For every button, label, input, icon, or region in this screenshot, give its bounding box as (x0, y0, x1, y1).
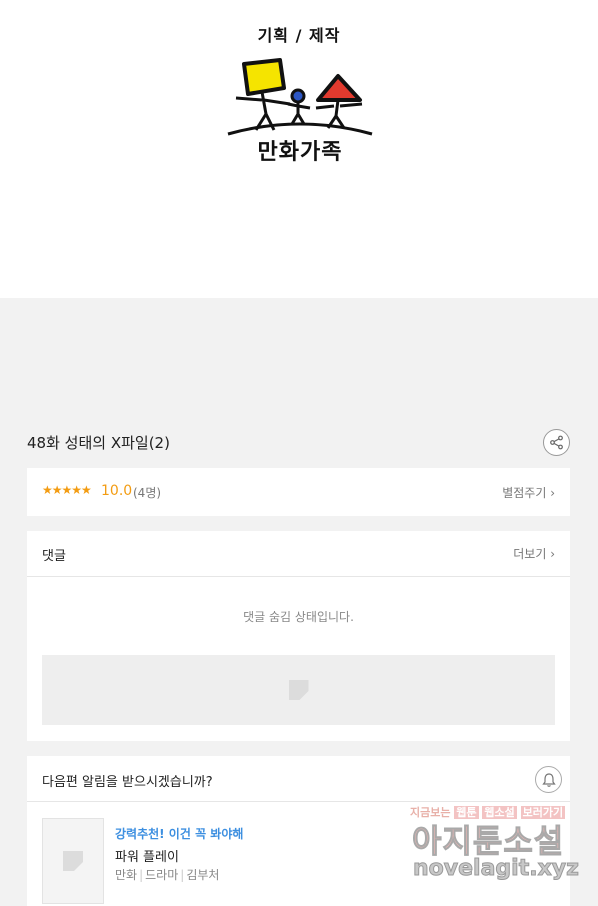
recommendation-title[interactable]: 파워 플레이 (115, 846, 179, 865)
site-watermark: 지금보는 웹툰 웹소설 보러가기 아지툰소설 novelagit.xyz (410, 802, 585, 888)
notify-toggle-button[interactable] (535, 766, 562, 793)
ad-placeholder (42, 655, 555, 725)
recommendation-meta: 만화 | 드라마 | 김부처 (115, 868, 220, 882)
logo-text: 만화가족 (257, 140, 343, 165)
recommendation-tag[interactable]: 강력추천! 이건 꼭 봐야해 (115, 825, 243, 842)
recommendation-thumbnail[interactable] (42, 818, 104, 904)
rate-button[interactable]: 별점주기 › (502, 484, 555, 501)
comment-card: 댓글 더보기 › 댓글 숨김 상태입니다. (27, 531, 570, 741)
notify-question: 다음편 알림을 받으시겠습니까? (42, 775, 213, 790)
rating-stars: ★★★★★ (42, 483, 92, 497)
recommendation-genre: 만화 (115, 868, 138, 882)
notify-header: 다음편 알림을 받으시겠습니까? (27, 756, 570, 802)
more-comments-link[interactable]: 더보기 › (513, 545, 555, 562)
comment-header: 댓글 더보기 › (27, 531, 570, 577)
watermark-domain: novelagit.xyz (413, 856, 580, 882)
comment-hidden-message: 댓글 숨김 상태입니다. (243, 610, 354, 624)
share-button[interactable] (543, 429, 570, 456)
episode-title: 48화 성태의 X파일(2) (27, 434, 170, 452)
credit-text: 기획 / 제작 (257, 26, 341, 45)
rating-score: 10.0 (101, 483, 133, 499)
recommendation-category: 드라마 (145, 868, 179, 882)
share-icon (550, 435, 563, 450)
recommendation-author: 김부처 (186, 868, 220, 882)
rating-count: (4명) (133, 486, 162, 500)
image-placeholder-icon (288, 680, 309, 700)
image-placeholder-icon (63, 851, 83, 871)
comment-label: 댓글 (42, 549, 66, 564)
rating-card: ★★★★★ 10.0 (4명) 별점주기 › (27, 468, 570, 516)
bell-icon (541, 772, 556, 787)
top-banner: 기획 / 제작 만화가족 (0, 0, 598, 298)
